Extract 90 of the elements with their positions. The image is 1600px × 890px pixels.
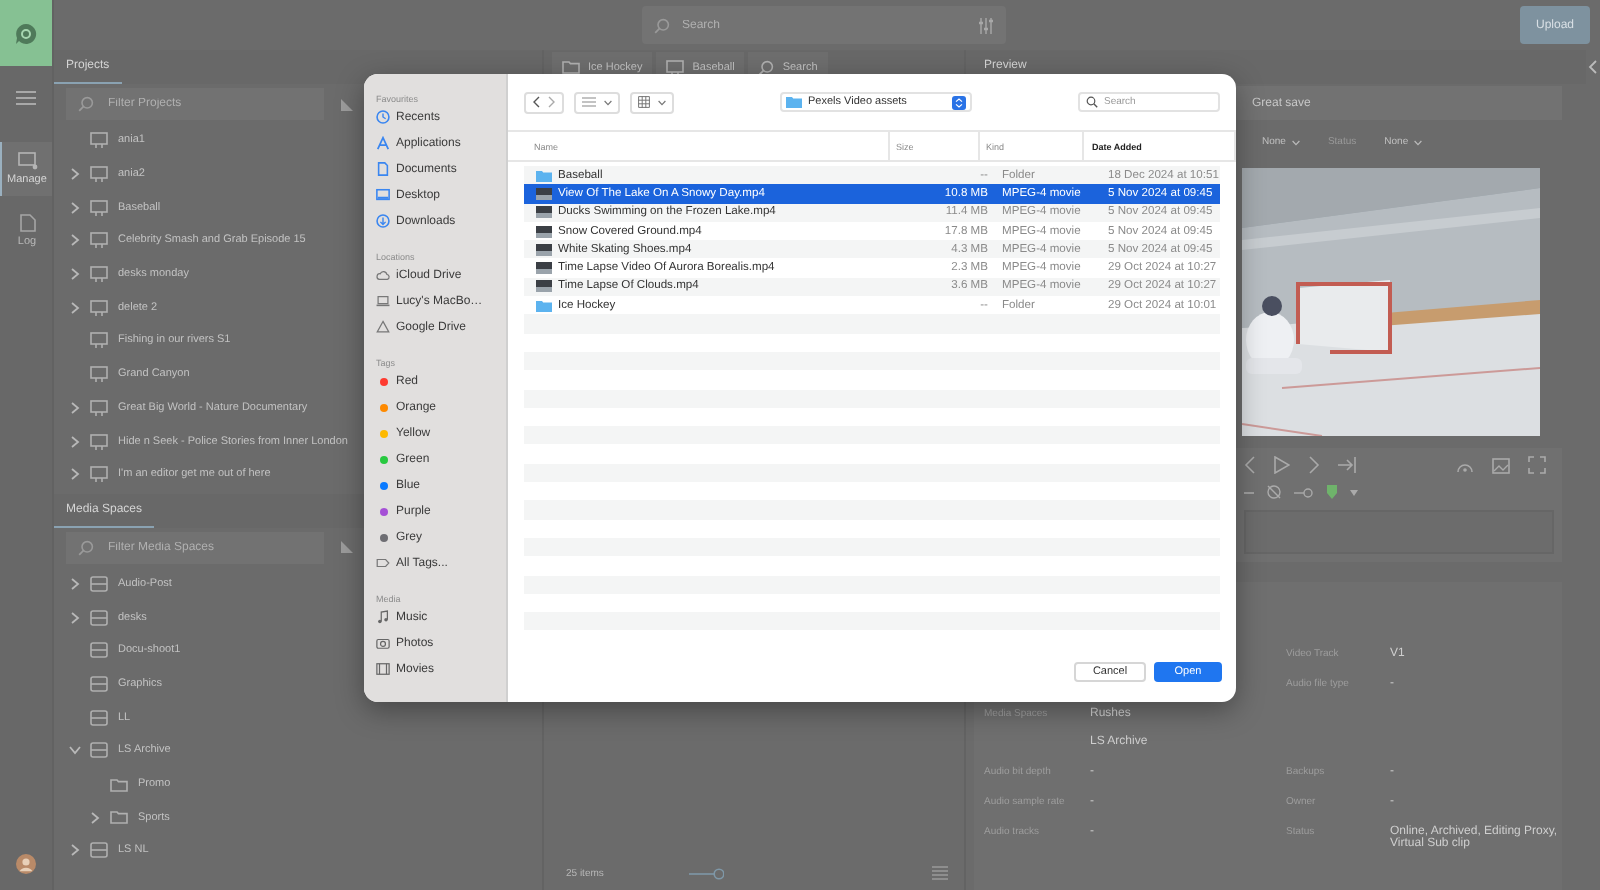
folder-icon xyxy=(786,96,802,108)
drive-icon xyxy=(90,575,108,592)
chevron-icon[interactable] xyxy=(70,401,80,414)
chevron-icon[interactable] xyxy=(70,201,80,214)
download-icon xyxy=(376,214,390,228)
stepper-icon xyxy=(952,95,966,109)
project-icon xyxy=(90,199,108,216)
video-thumbnail-icon xyxy=(536,243,552,256)
tag-icon xyxy=(376,556,390,570)
search-icon xyxy=(1086,96,1098,108)
skip-to-end-icon[interactable] xyxy=(1338,456,1356,474)
chevron-icon[interactable] xyxy=(70,168,80,181)
caret-icon xyxy=(658,99,666,105)
list-view-icon[interactable] xyxy=(932,866,948,880)
grid-icon xyxy=(638,96,650,108)
drive-icon xyxy=(90,709,108,726)
menu-icon[interactable] xyxy=(16,90,36,106)
chevron-icon[interactable] xyxy=(70,468,80,481)
project-icon xyxy=(90,332,108,349)
drive-icon xyxy=(376,320,390,334)
music-icon xyxy=(376,610,390,624)
forward-icon[interactable] xyxy=(548,96,556,108)
search-icon xyxy=(78,96,94,112)
collapse-icon[interactable] xyxy=(1588,60,1598,74)
caret-icon xyxy=(604,99,612,105)
search-icon xyxy=(78,539,94,556)
chevron-icon[interactable] xyxy=(69,745,81,756)
clock-icon xyxy=(376,110,390,124)
caret-icon xyxy=(1291,139,1300,145)
drive-icon xyxy=(90,742,108,759)
filter-icon[interactable] xyxy=(978,16,994,34)
drive-icon xyxy=(90,675,108,692)
shield-icon[interactable] xyxy=(1326,484,1338,500)
chevron-icon[interactable] xyxy=(70,301,80,314)
search-icon xyxy=(758,59,775,75)
chevron-icon[interactable] xyxy=(70,577,80,590)
image-icon[interactable] xyxy=(1492,457,1510,473)
list-icon xyxy=(582,96,596,108)
chevron-icon[interactable] xyxy=(70,268,80,281)
video-thumbnail-icon xyxy=(536,262,552,275)
video-thumbnail-icon xyxy=(536,206,552,219)
zoom-slider[interactable] xyxy=(683,867,724,879)
slider-thumb[interactable] xyxy=(713,867,724,879)
video-thumbnail-icon xyxy=(536,187,552,200)
drive-icon xyxy=(90,642,108,659)
app-logo[interactable] xyxy=(0,0,52,66)
chevron-icon[interactable] xyxy=(70,435,80,448)
drive-icon xyxy=(90,842,108,859)
fullscreen-icon[interactable] xyxy=(1528,456,1546,474)
applications-icon xyxy=(376,136,390,150)
play-icon[interactable] xyxy=(1274,456,1290,474)
project-icon xyxy=(90,166,108,183)
video-thumbnail-icon xyxy=(536,225,552,238)
folder-icon xyxy=(562,60,580,74)
avatar-icon[interactable] xyxy=(16,854,36,874)
next-icon[interactable] xyxy=(1308,456,1320,474)
list-view-button[interactable] xyxy=(574,91,620,113)
chevron-icon[interactable] xyxy=(70,844,80,857)
document-icon xyxy=(19,214,35,232)
project-icon xyxy=(90,466,108,483)
keyframe-icon[interactable] xyxy=(1294,485,1314,499)
chevron-icon[interactable] xyxy=(70,234,80,247)
project-icon xyxy=(90,232,108,249)
desktop-icon xyxy=(376,188,390,202)
document-icon xyxy=(376,162,390,176)
sort-icon[interactable] xyxy=(340,97,354,111)
camera-icon xyxy=(376,636,390,650)
chevron-icon[interactable] xyxy=(70,611,80,624)
caret-icon[interactable] xyxy=(1350,489,1358,495)
video-thumbnail-icon xyxy=(536,280,552,293)
previous-icon[interactable] xyxy=(1244,456,1256,474)
project-icon xyxy=(90,366,108,383)
eye-off-icon[interactable] xyxy=(1266,484,1282,500)
monitor-icon xyxy=(17,152,37,170)
drive-icon xyxy=(90,609,108,626)
cloud-icon xyxy=(376,268,390,282)
chevron-icon[interactable] xyxy=(90,811,100,824)
project-icon xyxy=(90,399,108,416)
back-icon[interactable] xyxy=(532,96,540,108)
sort-icon[interactable] xyxy=(340,540,354,555)
project-icon xyxy=(666,59,685,75)
project-icon xyxy=(90,132,108,149)
grid-view-button[interactable] xyxy=(630,91,674,113)
laptop-icon xyxy=(376,294,390,308)
project-icon xyxy=(90,266,108,283)
search-icon xyxy=(654,17,670,33)
project-icon xyxy=(90,299,108,316)
project-icon xyxy=(90,433,108,450)
film-icon xyxy=(376,662,390,676)
caret-icon xyxy=(1414,139,1423,145)
